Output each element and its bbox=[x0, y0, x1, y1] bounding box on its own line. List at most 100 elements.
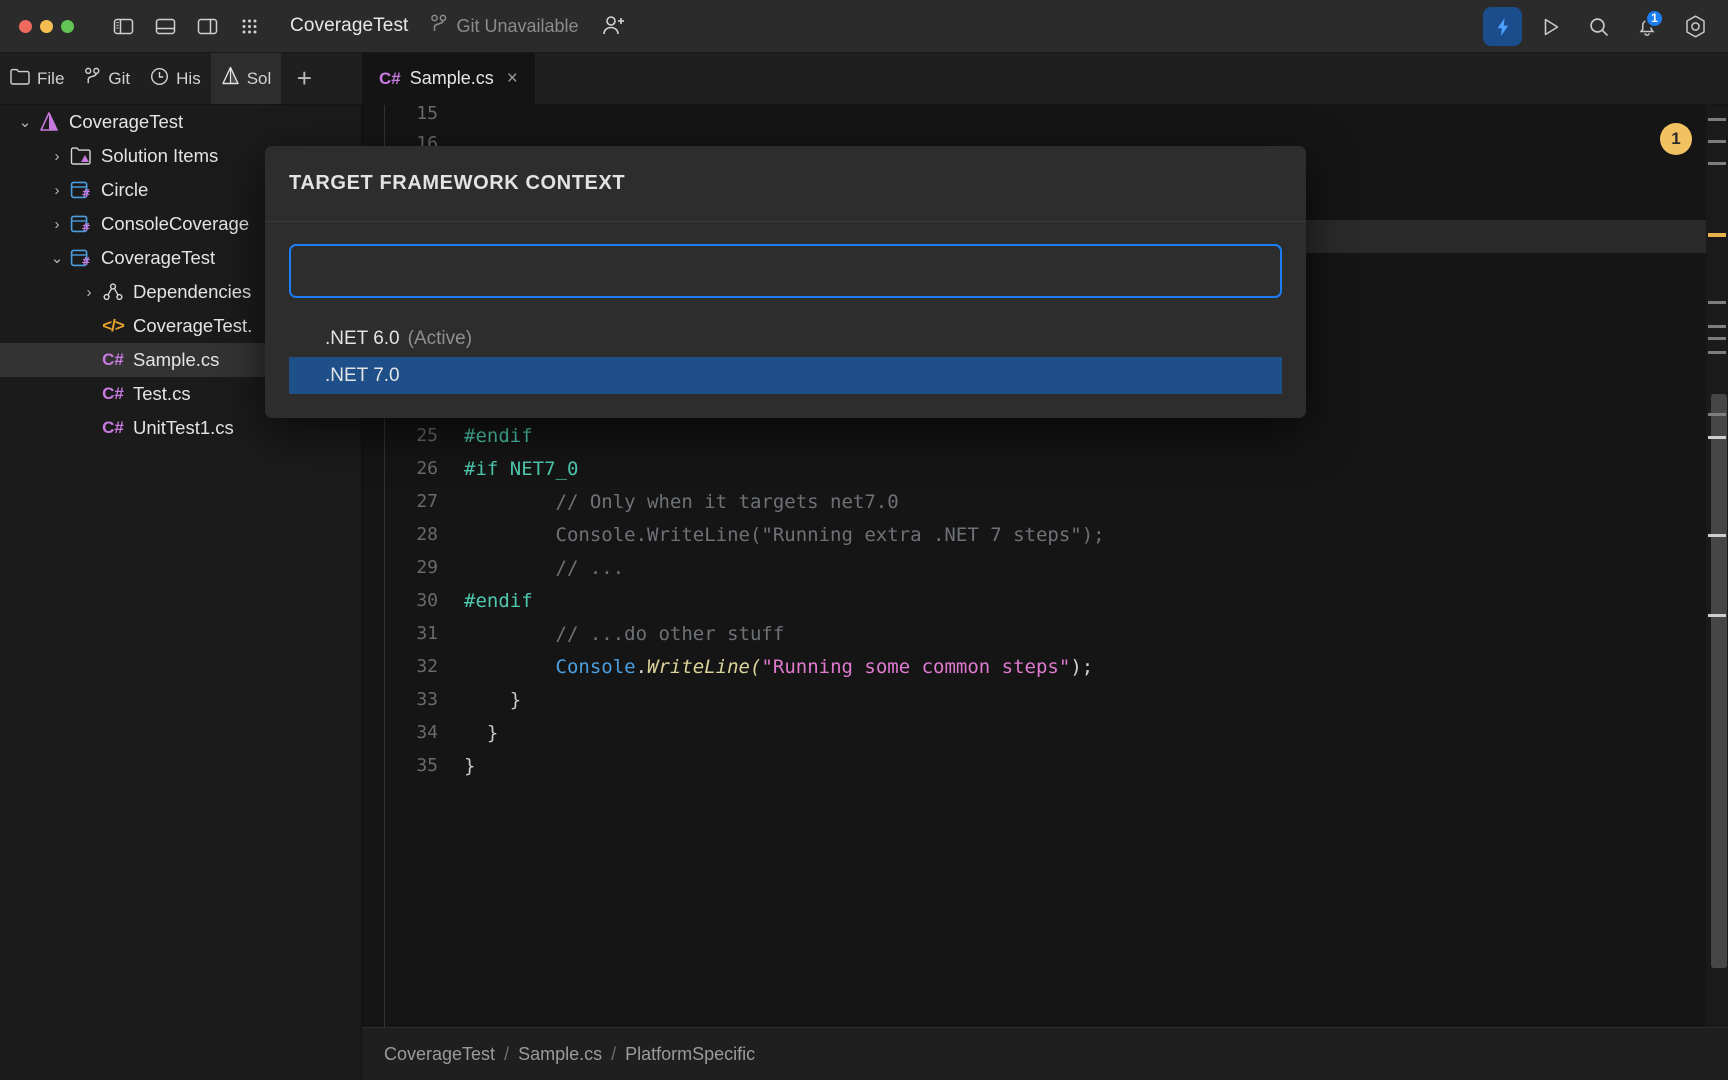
grid-icon[interactable] bbox=[230, 9, 268, 43]
change-marker bbox=[1708, 351, 1726, 354]
code-file-icon: </> bbox=[102, 316, 125, 335]
code-line: 26 #if NET7_0 bbox=[362, 452, 578, 485]
csharp-file-icon: C# bbox=[102, 418, 124, 437]
code-line: 31 // ...do other stuff bbox=[362, 617, 784, 650]
sidebar-item-coveragetest-solution[interactable]: ⌄ CoverageTest bbox=[0, 105, 361, 139]
line-number: 28 bbox=[416, 524, 438, 545]
line-number: 15 bbox=[416, 103, 438, 124]
csharp-file-icon: C# bbox=[102, 350, 124, 369]
chevron-down-icon[interactable]: ⌄ bbox=[14, 113, 36, 131]
framework-option-label: .NET 7.0 bbox=[325, 364, 400, 386]
chevron-right-icon[interactable]: › bbox=[46, 148, 68, 165]
code-text: // ...do other stuff bbox=[464, 622, 785, 645]
close-icon[interactable]: × bbox=[507, 68, 518, 90]
breadcrumb-item[interactable]: CoverageTest bbox=[384, 1044, 495, 1065]
dependencies-icon bbox=[100, 282, 126, 302]
sidebar-item-label: Sample.cs bbox=[133, 349, 220, 370]
tab-history[interactable]: His bbox=[140, 53, 211, 104]
editor-scrollbar[interactable] bbox=[1706, 105, 1728, 1080]
git-status[interactable]: Git Unavailable bbox=[430, 14, 579, 39]
svg-text:#: # bbox=[81, 255, 90, 268]
notification-badge: 1 bbox=[1645, 8, 1664, 28]
run-icon[interactable] bbox=[1532, 8, 1570, 46]
sidebar-item-label: Circle bbox=[101, 179, 149, 200]
target-framework-context-dialog: TARGET FRAMEWORK CONTEXT .NET 6.0 (Activ… bbox=[265, 146, 1306, 418]
breadcrumb: CoverageTest / Sample.cs / PlatformSpeci… bbox=[362, 1027, 1728, 1080]
sidebar-item-label: CoverageTest. bbox=[133, 315, 253, 336]
breadcrumb-item[interactable]: Sample.cs bbox=[518, 1044, 602, 1065]
change-marker bbox=[1708, 162, 1726, 165]
git-status-label: Git Unavailable bbox=[456, 15, 579, 36]
warning-marker bbox=[1708, 233, 1726, 237]
line-number: 35 bbox=[416, 755, 438, 776]
left-panel-icon[interactable] bbox=[104, 9, 142, 43]
csharp-file-icon: C# bbox=[102, 384, 124, 403]
change-marker bbox=[1708, 534, 1726, 537]
add-tool-tab-button[interactable]: + bbox=[281, 53, 327, 104]
code-line: 15 bbox=[362, 97, 438, 130]
bell-icon[interactable]: 1 bbox=[1628, 8, 1666, 46]
title-bar: CoverageTest Git Unavailable 1 bbox=[0, 0, 1728, 53]
bottom-panel-icon[interactable] bbox=[146, 9, 184, 43]
framework-option-net70[interactable]: .NET 7.0 bbox=[289, 357, 1282, 394]
code-line: 29 // ... bbox=[362, 551, 624, 584]
code-line: 35 } bbox=[362, 749, 475, 782]
minimize-window-button[interactable] bbox=[40, 19, 53, 33]
code-token: . bbox=[635, 655, 648, 678]
sidebar-item-label: Solution Items bbox=[101, 145, 219, 166]
window-controls bbox=[19, 19, 74, 33]
tab-solution[interactable]: Sol bbox=[210, 53, 282, 104]
tab-file[interactable]: File bbox=[0, 53, 74, 104]
sidebar-item-label: Dependencies bbox=[133, 281, 252, 302]
code-line: 32 Console.WriteLine("Running some commo… bbox=[362, 650, 1093, 683]
line-number: 26 bbox=[416, 458, 438, 479]
chevron-down-icon[interactable]: ⌄ bbox=[46, 249, 68, 267]
chevron-right-icon[interactable]: › bbox=[78, 284, 100, 301]
scrollbar-thumb[interactable] bbox=[1711, 394, 1727, 968]
right-panel-icon[interactable] bbox=[188, 9, 226, 43]
close-window-button[interactable] bbox=[19, 19, 32, 33]
panel-toggles bbox=[104, 9, 268, 43]
tab-solution-label: Sol bbox=[246, 68, 272, 88]
framework-option-net60[interactable]: .NET 6.0 (Active) bbox=[289, 320, 1282, 357]
folder-icon bbox=[10, 68, 30, 90]
git-branch-icon bbox=[430, 14, 448, 39]
sidebar-item-label: UnitTest1.cs bbox=[133, 417, 234, 438]
code-text: } bbox=[464, 688, 522, 711]
line-number: 31 bbox=[416, 623, 438, 644]
code-token: WriteLine bbox=[647, 655, 750, 678]
line-number: 34 bbox=[416, 722, 438, 743]
code-text: #endif bbox=[464, 424, 533, 447]
breadcrumb-item[interactable]: PlatformSpecific bbox=[625, 1044, 755, 1065]
gear-icon[interactable] bbox=[1676, 8, 1714, 46]
csproj-icon: # bbox=[68, 248, 94, 268]
sidebar-item-label: ConsoleCoverage bbox=[101, 213, 250, 234]
framework-search-input[interactable] bbox=[289, 244, 1282, 298]
chevron-right-icon[interactable]: › bbox=[46, 182, 68, 199]
dialog-header: TARGET FRAMEWORK CONTEXT bbox=[265, 146, 1306, 222]
dialog-title: TARGET FRAMEWORK CONTEXT bbox=[289, 172, 626, 194]
change-marker bbox=[1708, 337, 1726, 340]
change-marker bbox=[1708, 118, 1726, 121]
change-marker bbox=[1708, 301, 1726, 304]
svg-text:#: # bbox=[81, 187, 90, 200]
inspection-count-badge[interactable]: 1 bbox=[1660, 123, 1692, 155]
csharp-file-icon: C# bbox=[379, 68, 401, 88]
tab-git[interactable]: Git bbox=[74, 53, 140, 104]
code-token: "Running some common steps" bbox=[761, 655, 1071, 678]
code-line: 28 Console.WriteLine("Running extra .NET… bbox=[362, 518, 1104, 551]
maximize-window-button[interactable] bbox=[61, 19, 74, 33]
sidebar-item-label: CoverageTest bbox=[69, 111, 184, 132]
code-text: Console.WriteLine("Running some common s… bbox=[464, 655, 1094, 678]
change-marker bbox=[1708, 614, 1726, 617]
code-line: 27 // Only when it targets net7.0 bbox=[362, 485, 898, 518]
code-text: } bbox=[464, 754, 476, 777]
framework-option-active-tag: (Active) bbox=[407, 327, 473, 349]
lightning-icon[interactable] bbox=[1483, 7, 1522, 46]
ide-window: CoverageTest Git Unavailable 1 File Git … bbox=[0, 0, 1728, 1080]
search-icon[interactable] bbox=[1580, 8, 1618, 46]
framework-options-list: .NET 6.0 (Active) .NET 7.0 bbox=[289, 320, 1282, 394]
chevron-right-icon[interactable]: › bbox=[46, 216, 68, 233]
add-user-icon[interactable] bbox=[601, 14, 627, 38]
